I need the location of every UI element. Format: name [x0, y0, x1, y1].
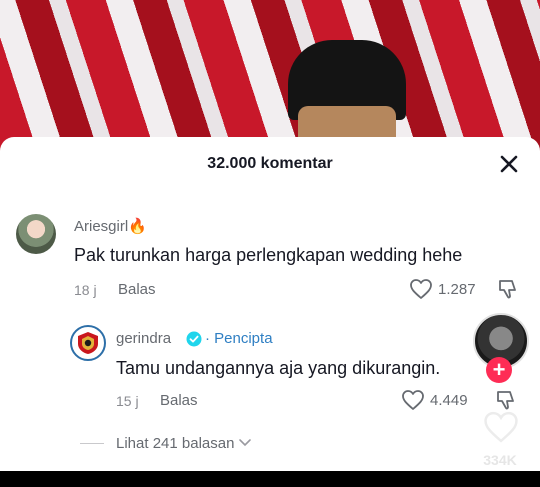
comment-text: Pak turunkan harga perlengkapan wedding … — [74, 245, 463, 265]
comments-count-title: 32.000 komentar — [207, 155, 333, 172]
comment-time: 15 j — [116, 393, 139, 409]
plus-icon[interactable]: + — [486, 357, 512, 383]
avatar[interactable] — [16, 214, 56, 254]
bottom-bar — [0, 471, 540, 487]
like-count: 1.287 — [438, 281, 476, 298]
dislike-icon[interactable] — [497, 278, 519, 300]
reply-button[interactable]: Balas — [160, 392, 198, 409]
close-icon[interactable] — [496, 151, 522, 177]
like-count: 4.449 — [430, 392, 468, 409]
comment-username[interactable]: Ariesgirl🔥 — [74, 217, 147, 235]
heart-icon[interactable] — [401, 389, 425, 411]
avatar[interactable] — [70, 325, 106, 361]
divider-line — [80, 442, 104, 444]
heart-icon[interactable] — [409, 278, 433, 300]
heart-icon[interactable] — [482, 410, 520, 444]
reply-button[interactable]: Balas — [118, 281, 156, 298]
video-background[interactable] — [0, 0, 540, 160]
chevron-down-icon — [239, 439, 252, 447]
verified-icon — [186, 331, 202, 347]
creator-label: · Pencipta — [205, 330, 273, 347]
like-total-count: 334K — [483, 452, 517, 468]
comment-time: 18 j — [74, 282, 97, 298]
comments-sheet: 32.000 komentar Ariesgirl🔥 Pak turunkan … — [0, 137, 540, 487]
gerindra-logo-icon — [78, 332, 98, 354]
dislike-icon[interactable] — [495, 389, 517, 411]
view-replies-button[interactable]: Lihat 241 balasan — [80, 433, 252, 453]
sheet-header: 32.000 komentar — [0, 137, 540, 189]
view-replies-label: Lihat 241 balasan — [116, 434, 235, 452]
comment-username[interactable]: gerindra — [116, 330, 171, 347]
comment-text: Tamu undangannya aja yang dikurangin. — [116, 358, 441, 378]
